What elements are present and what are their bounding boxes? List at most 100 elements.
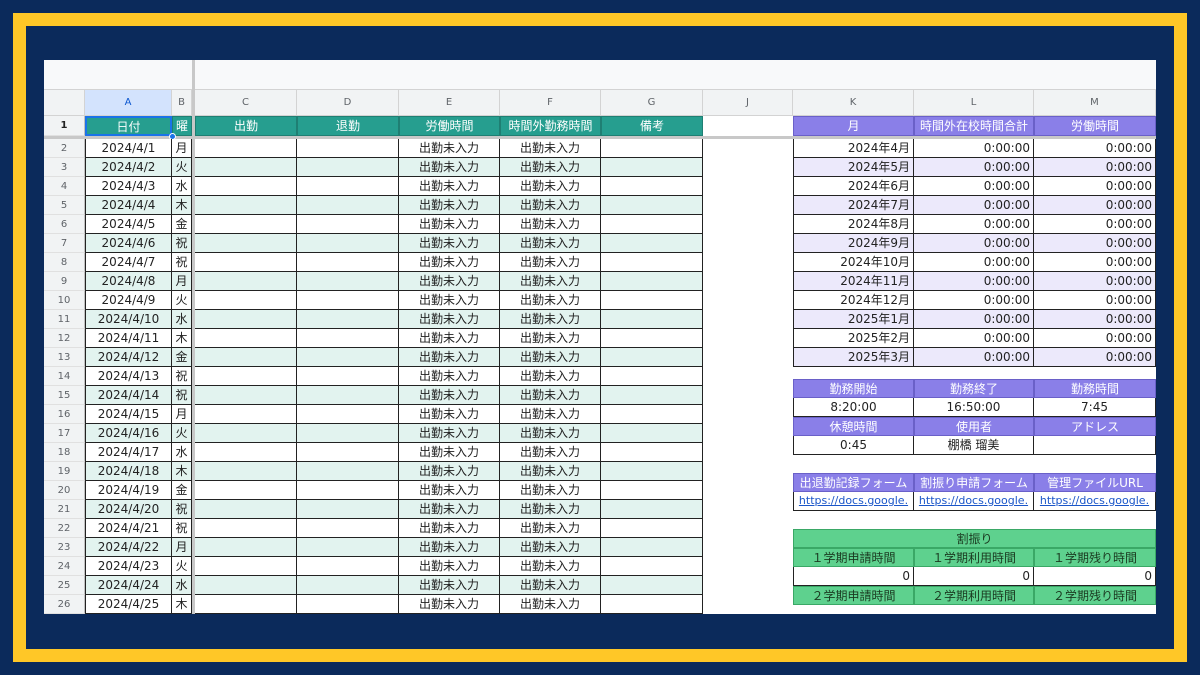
clock-out-cell[interactable] bbox=[297, 310, 399, 329]
overtime-cell[interactable]: 出勤未入力 bbox=[500, 310, 601, 329]
weekday-cell[interactable]: 木 bbox=[172, 196, 192, 215]
col-header-B[interactable]: B bbox=[172, 90, 192, 116]
row-header[interactable]: 10 bbox=[44, 291, 85, 310]
clock-in-cell[interactable] bbox=[195, 481, 297, 500]
date-cell[interactable]: 2024/4/8 bbox=[85, 272, 172, 291]
weekday-cell[interactable]: 金 bbox=[172, 215, 192, 234]
work-hours-cell[interactable]: 出勤未入力 bbox=[399, 386, 500, 405]
notes-cell[interactable] bbox=[601, 424, 703, 443]
work-hours-cell[interactable]: 出勤未入力 bbox=[399, 462, 500, 481]
overtime-cell[interactable]: 出勤未入力 bbox=[500, 462, 601, 481]
weekday-cell[interactable]: 祝 bbox=[172, 519, 192, 538]
overtime-cell[interactable]: 出勤未入力 bbox=[500, 139, 601, 158]
clock-in-cell[interactable] bbox=[195, 500, 297, 519]
work-hours-cell[interactable]: 出勤未入力 bbox=[399, 234, 500, 253]
clock-in-cell[interactable] bbox=[195, 576, 297, 595]
clock-out-cell[interactable] bbox=[297, 215, 399, 234]
work-hours-cell[interactable]: 出勤未入力 bbox=[399, 519, 500, 538]
month-cell[interactable]: 2024年8月 bbox=[793, 215, 914, 234]
overtime-total-cell[interactable]: 0:00:00 bbox=[914, 234, 1034, 253]
overtime-cell[interactable]: 出勤未入力 bbox=[500, 500, 601, 519]
clock-in-cell[interactable] bbox=[195, 329, 297, 348]
notes-cell[interactable] bbox=[601, 538, 703, 557]
weekday-cell[interactable]: 木 bbox=[172, 595, 192, 614]
start-value[interactable]: 8:20:00 bbox=[793, 398, 914, 417]
clock-in-cell[interactable] bbox=[195, 196, 297, 215]
corner-cell[interactable] bbox=[44, 90, 85, 116]
clock-in-cell[interactable] bbox=[195, 348, 297, 367]
header-month[interactable]: 月 bbox=[793, 116, 914, 136]
clock-out-cell[interactable] bbox=[297, 538, 399, 557]
weekday-cell[interactable]: 祝 bbox=[172, 234, 192, 253]
clock-out-cell[interactable] bbox=[297, 462, 399, 481]
month-cell[interactable]: 2024年5月 bbox=[793, 158, 914, 177]
notes-cell[interactable] bbox=[601, 272, 703, 291]
notes-cell[interactable] bbox=[601, 215, 703, 234]
work-hours-cell[interactable]: 出勤未入力 bbox=[399, 481, 500, 500]
month-cell[interactable]: 2025年3月 bbox=[793, 348, 914, 367]
clock-in-cell[interactable] bbox=[195, 291, 297, 310]
notes-cell[interactable] bbox=[601, 234, 703, 253]
overtime-cell[interactable]: 出勤未入力 bbox=[500, 443, 601, 462]
overtime-cell[interactable]: 出勤未入力 bbox=[500, 215, 601, 234]
clock-out-cell[interactable] bbox=[297, 576, 399, 595]
clock-out-cell[interactable] bbox=[297, 595, 399, 614]
row-header[interactable]: 26 bbox=[44, 595, 85, 614]
col-header-L[interactable]: L bbox=[914, 90, 1034, 116]
date-cell[interactable]: 2024/4/15 bbox=[85, 405, 172, 424]
labor-hours-cell[interactable]: 0:00:00 bbox=[1034, 215, 1156, 234]
clock-out-cell[interactable] bbox=[297, 329, 399, 348]
clock-in-cell[interactable] bbox=[195, 519, 297, 538]
date-cell[interactable]: 2024/4/6 bbox=[85, 234, 172, 253]
row-header[interactable]: 2 bbox=[44, 139, 85, 158]
labor-hours-cell[interactable]: 0:00:00 bbox=[1034, 139, 1156, 158]
work-hours-cell[interactable]: 出勤未入力 bbox=[399, 424, 500, 443]
work-hours-cell[interactable]: 出勤未入力 bbox=[399, 310, 500, 329]
clock-out-cell[interactable] bbox=[297, 139, 399, 158]
row-header[interactable]: 24 bbox=[44, 557, 85, 576]
work-hours-cell[interactable]: 出勤未入力 bbox=[399, 405, 500, 424]
overtime-cell[interactable]: 出勤未入力 bbox=[500, 576, 601, 595]
work-hours-cell[interactable]: 出勤未入力 bbox=[399, 538, 500, 557]
col-header-C[interactable]: C bbox=[195, 90, 297, 116]
overtime-total-cell[interactable]: 0:00:00 bbox=[914, 196, 1034, 215]
overtime-total-cell[interactable]: 0:00:00 bbox=[914, 291, 1034, 310]
col-header-F[interactable]: F bbox=[500, 90, 601, 116]
month-cell[interactable]: 2025年1月 bbox=[793, 310, 914, 329]
date-cell[interactable]: 2024/4/24 bbox=[85, 576, 172, 595]
weekday-cell[interactable]: 火 bbox=[172, 557, 192, 576]
weekday-cell[interactable]: 水 bbox=[172, 443, 192, 462]
row-header[interactable]: 18 bbox=[44, 443, 85, 462]
date-cell[interactable]: 2024/4/21 bbox=[85, 519, 172, 538]
weekday-cell[interactable]: 水 bbox=[172, 310, 192, 329]
work-hours-cell[interactable]: 出勤未入力 bbox=[399, 595, 500, 614]
clock-out-cell[interactable] bbox=[297, 177, 399, 196]
date-cell[interactable]: 2024/4/18 bbox=[85, 462, 172, 481]
row-header[interactable]: 11 bbox=[44, 310, 85, 329]
col-header-D[interactable]: D bbox=[297, 90, 399, 116]
duration-value[interactable]: 7:45 bbox=[1034, 398, 1156, 417]
overtime-total-cell[interactable]: 0:00:00 bbox=[914, 139, 1034, 158]
date-cell[interactable]: 2024/4/5 bbox=[85, 215, 172, 234]
overtime-cell[interactable]: 出勤未入力 bbox=[500, 196, 601, 215]
weekday-cell[interactable]: 火 bbox=[172, 424, 192, 443]
weekday-cell[interactable]: 月 bbox=[172, 405, 192, 424]
overtime-cell[interactable]: 出勤未入力 bbox=[500, 519, 601, 538]
notes-cell[interactable] bbox=[601, 177, 703, 196]
notes-cell[interactable] bbox=[601, 500, 703, 519]
overtime-total-cell[interactable]: 0:00:00 bbox=[914, 215, 1034, 234]
header-clock-in[interactable]: 出勤 bbox=[195, 116, 297, 136]
header-labor-hours[interactable]: 労働時間 bbox=[1034, 116, 1156, 136]
work-hours-cell[interactable]: 出勤未入力 bbox=[399, 291, 500, 310]
overtime-total-cell[interactable]: 0:00:00 bbox=[914, 348, 1034, 367]
overtime-cell[interactable]: 出勤未入力 bbox=[500, 234, 601, 253]
labor-hours-cell[interactable]: 0:00:00 bbox=[1034, 272, 1156, 291]
row-header[interactable]: 15 bbox=[44, 386, 85, 405]
overtime-cell[interactable]: 出勤未入力 bbox=[500, 386, 601, 405]
overtime-cell[interactable]: 出勤未入力 bbox=[500, 177, 601, 196]
weekday-cell[interactable]: 祝 bbox=[172, 367, 192, 386]
weekday-cell[interactable]: 木 bbox=[172, 462, 192, 481]
labor-hours-cell[interactable]: 0:00:00 bbox=[1034, 310, 1156, 329]
overtime-cell[interactable]: 出勤未入力 bbox=[500, 557, 601, 576]
clock-in-cell[interactable] bbox=[195, 272, 297, 291]
